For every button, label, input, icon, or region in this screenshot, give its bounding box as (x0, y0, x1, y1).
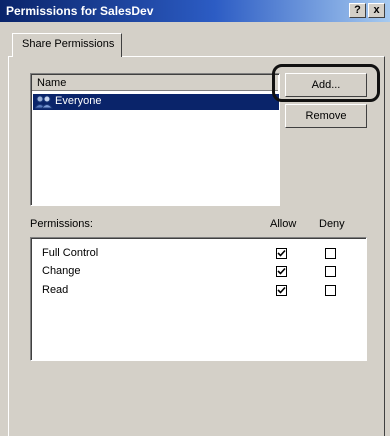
name-column-header[interactable]: Name (32, 75, 278, 91)
full-control-allow-checkbox[interactable] (276, 248, 287, 259)
group-user-list[interactable]: Name Everyone (30, 73, 280, 206)
help-button[interactable]: ? (349, 3, 366, 18)
close-button[interactable]: x (368, 3, 385, 18)
change-deny-checkbox[interactable] (325, 266, 336, 277)
deny-column-header: Deny (319, 218, 345, 230)
add-button-highlight (272, 64, 380, 102)
read-deny-checkbox[interactable] (325, 285, 336, 296)
change-allow-checkbox[interactable] (276, 266, 287, 277)
permission-name-full-control: Full Control (42, 247, 99, 259)
title-bar: Permissions for SalesDev ? x (0, 0, 390, 22)
permissions-label: Permissions: (30, 218, 93, 230)
list-item-everyone[interactable]: Everyone (33, 94, 279, 110)
window-title: Permissions for SalesDev (6, 4, 154, 18)
read-allow-checkbox[interactable] (276, 285, 287, 296)
full-control-deny-checkbox[interactable] (325, 248, 336, 259)
permissions-dialog: Permissions for SalesDev ? x Share Permi… (0, 0, 390, 436)
remove-button[interactable]: Remove (285, 104, 367, 128)
permission-name-change: Change (42, 265, 81, 277)
tab-share-permissions[interactable]: Share Permissions (12, 33, 122, 57)
allow-column-header: Allow (270, 218, 297, 230)
permission-name-read: Read (42, 284, 69, 296)
list-item-label: Everyone (55, 95, 102, 107)
group-icon (34, 95, 53, 109)
